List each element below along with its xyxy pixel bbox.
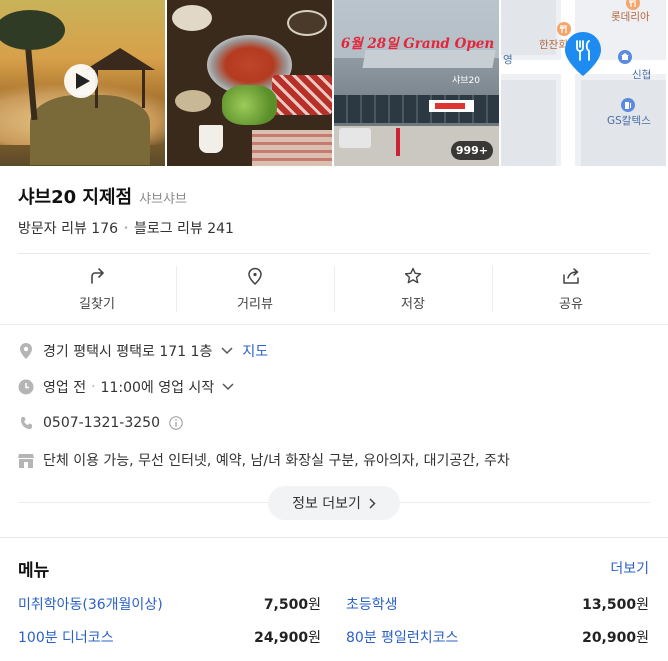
photo-food-detail [175, 90, 211, 112]
menu-item-price: 7,500원 [263, 597, 321, 613]
place-category: 샤브샤브 [139, 192, 187, 207]
clock-icon [18, 378, 34, 396]
photo-building [362, 50, 496, 68]
chevron-down-icon [222, 383, 234, 391]
action-bar: 길찾기 거리뷰 저장 공유 [18, 253, 650, 325]
store-icon [18, 451, 34, 469]
menu-more-link[interactable]: 더보기 [610, 558, 649, 578]
photo-food-detail [222, 85, 277, 125]
photo-gallery: 6월 28일 Grand Open 샤브20 999+ 롯데리아 한잔회 영 신… [0, 0, 668, 166]
business-status: 영업 전 [43, 380, 87, 396]
photo-car [339, 128, 371, 148]
photo-building [334, 95, 499, 123]
photo-food-detail [252, 130, 332, 166]
share-label: 공유 [559, 297, 583, 312]
section-divider [0, 537, 668, 538]
photo-scenery [85, 48, 155, 70]
map-road-label: 영 [503, 54, 513, 66]
hours-row: 영업 전 · 11:00에 영업 시작 [18, 377, 234, 397]
menu-item[interactable]: 미취학아동(36개월이상) 7,500원 [18, 594, 321, 614]
gallery-photo-video[interactable] [0, 0, 165, 166]
street-view-label: 거리뷰 [237, 297, 273, 312]
photo-food-detail [272, 75, 332, 115]
menu-item-price: 20,900원 [582, 630, 649, 646]
phone-icon [18, 414, 34, 432]
map-label-gs-caltex: GS칼텍스 [607, 115, 651, 127]
share-icon [563, 268, 579, 284]
chevron-down-icon[interactable] [221, 347, 233, 355]
photo-count-badge[interactable]: 999+ [450, 141, 493, 160]
menu-item[interactable]: 80분 평일런치코스 20,900원 [346, 627, 649, 647]
menu-item-name: 미취학아동(36개월이상) [18, 597, 163, 613]
menu-item-name: 초등학생 [346, 597, 398, 613]
menu-section-title: 메뉴 [18, 561, 50, 581]
menu-item[interactable]: 초등학생 13,500원 [346, 594, 649, 614]
map-label-hanjanhoe: 한잔회 [539, 39, 568, 51]
address-text[interactable]: 경기 평택시 평택로 171 1층 [43, 341, 212, 361]
menu-item[interactable]: 100분 디너코스 24,900원 [18, 627, 321, 647]
chevron-right-icon [369, 497, 376, 509]
street-view-button[interactable]: 거리뷰 [176, 254, 334, 325]
photo-scenery [0, 10, 65, 50]
more-info-label: 정보 더보기 [292, 496, 361, 512]
menu-item-name: 80분 평일런치코스 [346, 630, 459, 646]
menu-item-price: 13,500원 [582, 597, 649, 613]
menu-item-price: 24,900원 [254, 630, 321, 646]
map-link[interactable]: 지도 [242, 341, 268, 361]
amenities-row: 단체 이용 가능, 무선 인터넷, 예약, 남/녀 화장실 구분, 유아의자, … [18, 450, 510, 470]
photo-food-detail [172, 5, 212, 31]
photo-food-detail [199, 125, 223, 153]
menu-item-name: 100분 디너코스 [18, 630, 114, 646]
photo-food-detail [287, 10, 327, 36]
gallery-photo-storefront[interactable]: 6월 28일 Grand Open 샤브20 999+ [334, 0, 499, 166]
separator-dot: · [91, 379, 96, 395]
map-label-lotteria: 롯데리아 [611, 11, 650, 23]
address-row: 경기 평택시 평택로 171 1층 지도 [18, 341, 268, 361]
divider [0, 324, 668, 325]
map-block [501, 80, 556, 166]
info-icon[interactable] [169, 416, 183, 430]
gallery-photo-food[interactable] [167, 0, 332, 166]
place-header: 샤브20 지제점 샤브샤브 [18, 183, 187, 209]
storefront-sign: 샤브20 [452, 76, 481, 86]
map-label-sinhyeon: 신협 [632, 69, 652, 81]
directions-icon [91, 268, 104, 284]
amenities-text: 단체 이용 가능, 무선 인터넷, 예약, 남/녀 화장실 구분, 유아의자, … [43, 453, 510, 469]
phone-number[interactable]: 0507-1321-3250 [43, 415, 160, 431]
more-info-button[interactable]: 정보 더보기 [268, 486, 400, 520]
separator-dot: • [123, 222, 129, 234]
review-summary: 방문자 리뷰 176 • 블로그 리뷰 241 [18, 218, 234, 238]
photo-banner [429, 100, 474, 112]
location-pin-icon [18, 342, 34, 360]
photo-cone [396, 128, 400, 156]
blog-reviews-link[interactable]: 블로그 리뷰 241 [134, 218, 234, 238]
share-button[interactable]: 공유 [492, 254, 650, 325]
gas-station-marker-icon [621, 98, 635, 112]
map-pin-icon [565, 32, 601, 80]
star-icon [404, 267, 422, 284]
directions-label: 길찾기 [79, 297, 115, 312]
directions-button[interactable]: 길찾기 [18, 254, 176, 325]
visitor-reviews-link[interactable]: 방문자 리뷰 176 [18, 218, 118, 238]
map-thumbnail[interactable]: 롯데리아 한잔회 영 신협 GS칼텍스 [501, 0, 666, 166]
photo-scenery [95, 68, 145, 108]
save-label: 저장 [401, 297, 425, 312]
save-button[interactable]: 저장 [334, 254, 492, 325]
location-pin-icon [248, 267, 262, 285]
bank-marker-icon [618, 50, 632, 64]
play-icon [75, 73, 90, 89]
business-hours: 11:00에 영업 시작 [100, 380, 215, 396]
phone-row: 0507-1321-3250 [18, 414, 183, 432]
hours-toggle[interactable]: 영업 전 · 11:00에 영업 시작 [43, 377, 234, 397]
place-name: 샤브20 지제점 [18, 187, 133, 208]
grand-open-text: 6월 28일 Grand Open [340, 36, 495, 52]
play-button[interactable] [64, 64, 98, 98]
